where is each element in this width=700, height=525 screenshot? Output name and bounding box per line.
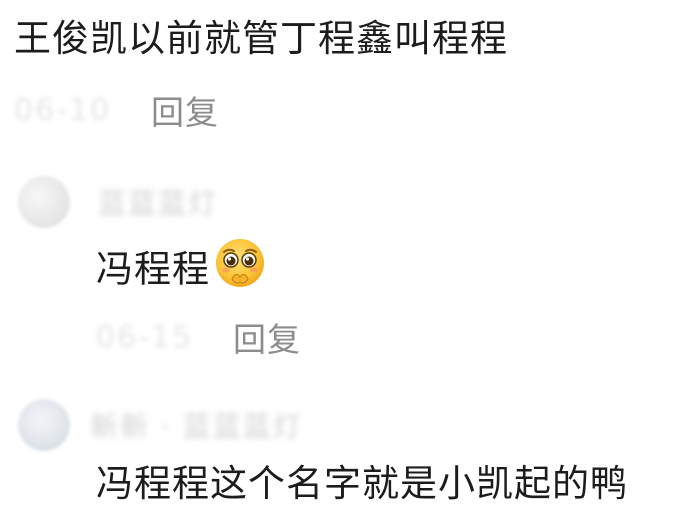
reply-button[interactable]: 回复	[151, 86, 219, 134]
comment-meta: 06-10 回复	[14, 86, 219, 134]
comment-author: 蓝蓝蓝灯	[18, 172, 218, 232]
avatar[interactable]	[18, 399, 70, 451]
avatar[interactable]	[18, 176, 70, 228]
comment-timestamp: 06-10	[14, 92, 112, 128]
comment-text: 冯程程这个名字就是小凯起的鸭	[96, 462, 628, 505]
username[interactable]: 新新 · 蓝蓝蓝灯	[90, 405, 303, 445]
comment-meta: 06-15 回复	[96, 313, 301, 361]
comment-body: 冯程程	[96, 239, 268, 301]
comment-timestamp: 06-15	[96, 319, 194, 355]
reply-button[interactable]: 回复	[233, 313, 301, 361]
pleading-face-emoji-icon	[212, 235, 268, 301]
username[interactable]: 蓝蓝蓝灯	[98, 182, 218, 222]
comment-text: 王俊凯以前就管丁程鑫叫程程	[14, 17, 508, 60]
comment-thread: 王俊凯以前就管丁程鑫叫程程 06-10 回复 蓝蓝蓝灯 冯程程 06-15 回复…	[0, 0, 700, 525]
comment-author: 新新 · 蓝蓝蓝灯	[18, 395, 303, 455]
comment-text: 冯程程	[96, 247, 210, 291]
